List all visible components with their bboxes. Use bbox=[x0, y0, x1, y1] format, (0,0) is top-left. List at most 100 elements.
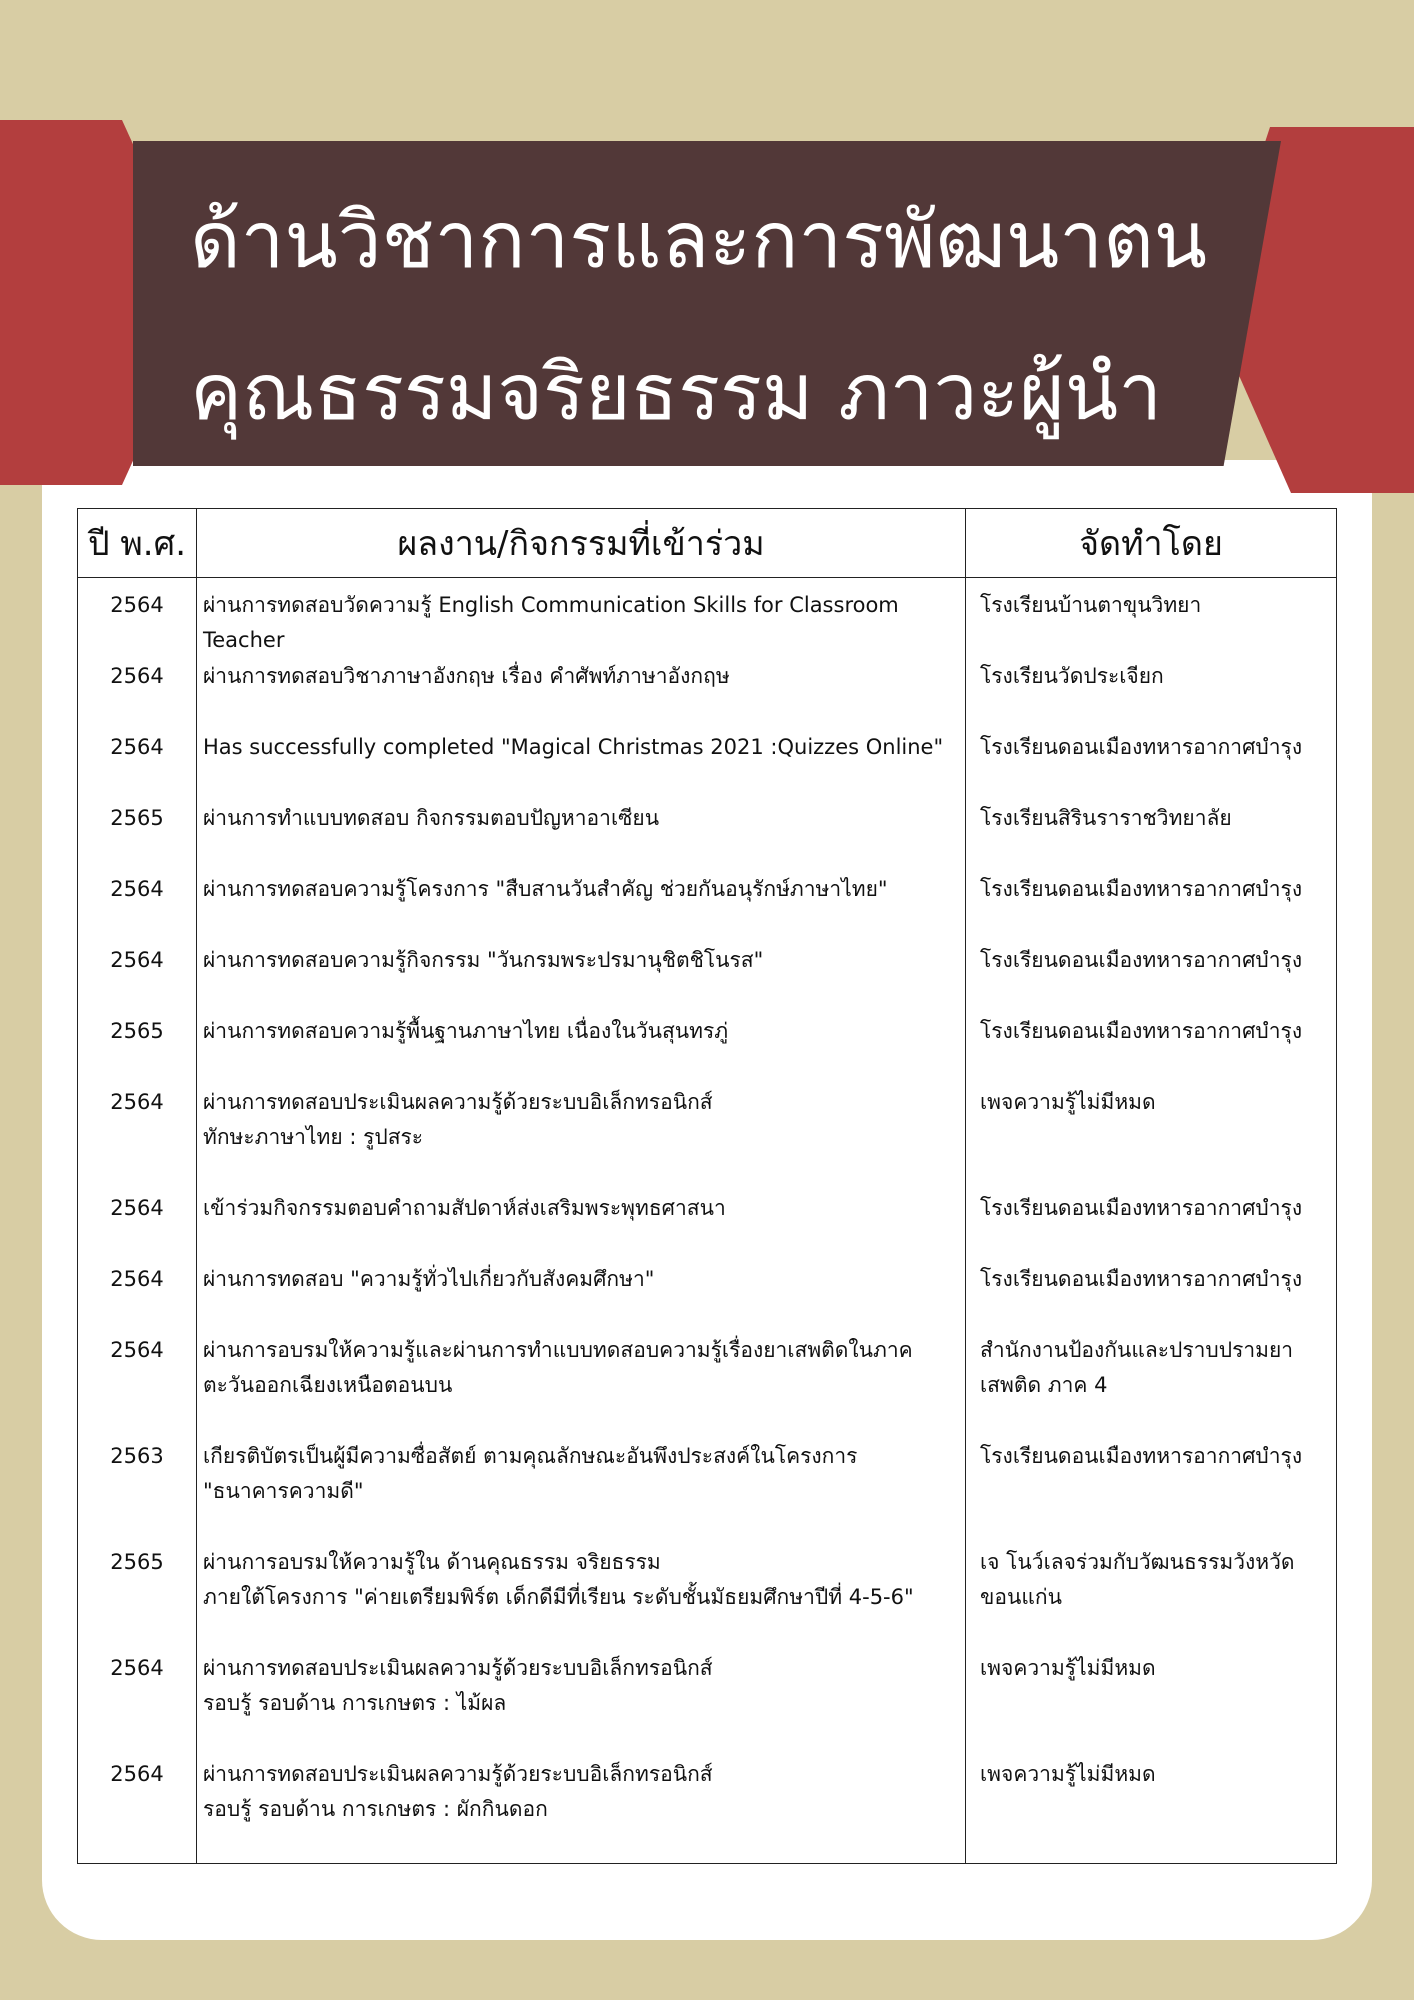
organizer-text-line: โรงเรียนวัดประเจียก bbox=[980, 664, 1164, 688]
activity-text-line: ผ่านการอบรมให้ความรู้ใน ด้านคุณธรรม จริย… bbox=[203, 1550, 661, 1574]
year-cell: 2564 bbox=[77, 872, 197, 943]
year-cell: 2565 bbox=[77, 1545, 197, 1651]
organizer-text-line: เจ โนว์เลจร่วมกับวัฒนธรรมวังหวัด bbox=[980, 1550, 1295, 1574]
table-row: 2563 เกียรติบัตรเป็นผู้มีความซื่อสัตย์ ตา… bbox=[77, 1439, 1337, 1545]
page-title-line-1: ด้านวิชาการและการพัฒนาตน bbox=[190, 196, 1208, 286]
organizer-text-line: เพจความรู้ไม่มีหมด bbox=[980, 1656, 1156, 1680]
activity-cell: ผ่านการทดสอบวิชาภาษาอังกฤษ เรื่อง คำศัพท… bbox=[196, 659, 966, 730]
activity-cell: ผ่านการทดสอบความรู้พื้นฐานภาษาไทย เนื่อง… bbox=[196, 1014, 966, 1085]
activity-text-line: ภายใต้โครงการ "ค่ายเตรียมพิร์ต เด็กดีมีท… bbox=[203, 1585, 914, 1609]
organizer-text-line: โรงเรียนดอนเมืองทหารอากาศบำรุง bbox=[980, 1444, 1303, 1468]
organizer-text-line: โรงเรียนบ้านตาขุนวิทยา bbox=[980, 593, 1202, 617]
year-cell: 2564 bbox=[77, 659, 197, 730]
year-cell: 2564 bbox=[77, 1262, 197, 1333]
year-cell: 2564 bbox=[77, 577, 197, 659]
organizer-text-line: โรงเรียนดอนเมืองทหารอากาศบำรุง bbox=[980, 735, 1303, 759]
organizer-cell: เจ โนว์เลจร่วมกับวัฒนธรรมวังหวัดขอนแก่น bbox=[965, 1545, 1337, 1651]
organizer-cell: โรงเรียนดอนเมืองทหารอากาศบำรุง bbox=[965, 730, 1337, 801]
activity-cell: ผ่านการทดสอบประเมินผลความรู้ด้วยระบบอิเล… bbox=[196, 1085, 966, 1191]
table-row: 2564 ผ่านการทดสอบ "ความรู้ทั่วไปเกี่ยวกับ… bbox=[77, 1262, 1337, 1333]
activity-text-line: ทักษะภาษาไทย : รูปสระ bbox=[203, 1125, 424, 1149]
year-cell: 2564 bbox=[77, 943, 197, 1014]
organizer-text-line: เสพติด ภาค 4 bbox=[980, 1373, 1108, 1397]
activity-text-line: รอบรู้ รอบด้าน การเกษตร : ไม้ผล bbox=[203, 1691, 507, 1715]
organizer-text-line: ขอนแก่น bbox=[980, 1585, 1062, 1609]
organizer-cell: โรงเรียนดอนเมืองทหารอากาศบำรุง bbox=[965, 1191, 1337, 1262]
year-cell: 2565 bbox=[77, 801, 197, 872]
activities-table: ปี พ.ศ. ผลงาน/กิจกรรมที่เข้าร่วม จัดทำโด… bbox=[77, 508, 1337, 1864]
table-row: 2564 ผ่านการทดสอบความรู้กิจกรรม "วันกรมพร… bbox=[77, 943, 1337, 1014]
activity-cell: ผ่านการทดสอบความรู้โครงการ "สืบสานวันสำค… bbox=[196, 872, 966, 943]
table-row: 2564 ผ่านการทดสอบวิชาภาษาอังกฤษ เรื่อง คำ… bbox=[77, 659, 1337, 730]
activity-text-line: ผ่านการทดสอบวัดความรู้ English Communica… bbox=[203, 593, 899, 617]
organizer-cell: โรงเรียนดอนเมืองทหารอากาศบำรุง bbox=[965, 872, 1337, 943]
activity-cell: ผ่านการทดสอบประเมินผลความรู้ด้วยระบบอิเล… bbox=[196, 1757, 966, 1864]
table-row: 2565 ผ่านการอบรมให้ความรู้ใน ด้านคุณธรรม … bbox=[77, 1545, 1337, 1651]
activity-cell: ผ่านการทำแบบทดสอบ กิจกรรมตอบปัญหาอาเซียน bbox=[196, 801, 966, 872]
organizer-text-line: โรงเรียนดอนเมืองทหารอากาศบำรุง bbox=[980, 1267, 1303, 1291]
activity-cell: เข้าร่วมกิจกรรมตอบคำถามสัปดาห์ส่งเสริมพร… bbox=[196, 1191, 966, 1262]
year-cell: 2564 bbox=[77, 1651, 197, 1757]
organizer-text-line: โรงเรียนดอนเมืองทหารอากาศบำรุง bbox=[980, 1019, 1303, 1043]
activity-cell: ผ่านการทดสอบ "ความรู้ทั่วไปเกี่ยวกับสังค… bbox=[196, 1262, 966, 1333]
activity-text-line: ผ่านการทดสอบ "ความรู้ทั่วไปเกี่ยวกับสังค… bbox=[203, 1267, 655, 1291]
year-cell: 2564 bbox=[77, 1085, 197, 1191]
activity-text-line: ผ่านการทดสอบประเมินผลความรู้ด้วยระบบอิเล… bbox=[203, 1762, 713, 1786]
activity-cell: ผ่านการอบรมให้ความรู้และผ่านการทำแบบทดสอ… bbox=[196, 1333, 966, 1439]
table-row: 2564 ผ่านการทดสอบประเมินผลความรู้ด้วยระบบ… bbox=[77, 1651, 1337, 1757]
column-header-activity: ผลงาน/กิจกรรมที่เข้าร่วม bbox=[196, 508, 966, 578]
year-cell: 2565 bbox=[77, 1014, 197, 1085]
organizer-cell: โรงเรียนดอนเมืองทหารอากาศบำรุง bbox=[965, 1014, 1337, 1085]
organizer-cell: โรงเรียนดอนเมืองทหารอากาศบำรุง bbox=[965, 1262, 1337, 1333]
year-cell: 2563 bbox=[77, 1439, 197, 1545]
activity-text-line: เข้าร่วมกิจกรรมตอบคำถามสัปดาห์ส่งเสริมพร… bbox=[203, 1196, 726, 1220]
activity-text-line: ผ่านการทดสอบความรู้พื้นฐานภาษาไทย เนื่อง… bbox=[203, 1019, 729, 1043]
activity-text-line: ตะวันออกเฉียงเหนือตอนบน bbox=[203, 1373, 453, 1397]
activity-cell: Has successfully completed "Magical Chri… bbox=[196, 730, 966, 801]
organizer-cell: โรงเรียนดอนเมืองทหารอากาศบำรุง bbox=[965, 943, 1337, 1014]
table-row: 2564 ผ่านการทดสอบความรู้โครงการ "สืบสานวั… bbox=[77, 872, 1337, 943]
activity-text-line: รอบรู้ รอบด้าน การเกษตร : ผักกินดอก bbox=[203, 1797, 548, 1821]
activity-cell: ผ่านการอบรมให้ความรู้ใน ด้านคุณธรรม จริย… bbox=[196, 1545, 966, 1651]
activity-text-line: เกียรติบัตรเป็นผู้มีความซื่อสัตย์ ตามคุณ… bbox=[203, 1444, 858, 1468]
activity-cell: ผ่านการทดสอบวัดความรู้ English Communica… bbox=[196, 577, 966, 659]
table-row: 2564 ผ่านการทดสอบประเมินผลความรู้ด้วยระบบ… bbox=[77, 1085, 1337, 1191]
organizer-cell: โรงเรียนดอนเมืองทหารอากาศบำรุง bbox=[965, 1439, 1337, 1545]
organizer-text-line: โรงเรียนดอนเมืองทหารอากาศบำรุง bbox=[980, 948, 1303, 972]
activity-text-line: ผ่านการทดสอบวิชาภาษาอังกฤษ เรื่อง คำศัพท… bbox=[203, 664, 730, 688]
column-header-year: ปี พ.ศ. bbox=[77, 508, 197, 578]
activity-text-line: ผ่านการทดสอบประเมินผลความรู้ด้วยระบบอิเล… bbox=[203, 1656, 713, 1680]
organizer-text-line: เพจความรู้ไม่มีหมด bbox=[980, 1090, 1156, 1114]
organizer-cell: โรงเรียนสิรินราราชวิทยาลัย bbox=[965, 801, 1337, 872]
table-row: 2564 ผ่านการทดสอบประเมินผลความรู้ด้วยระบบ… bbox=[77, 1757, 1337, 1864]
organizer-cell: โรงเรียนบ้านตาขุนวิทยา bbox=[965, 577, 1337, 659]
column-header-organizer: จัดทำโดย bbox=[965, 508, 1337, 578]
year-cell: 2564 bbox=[77, 1191, 197, 1262]
organizer-text-line: สำนักงานป้องกันและปราบปรามยา bbox=[980, 1338, 1294, 1362]
table-row: 2564 ผ่านการอบรมให้ความรู้และผ่านการทำแบบ… bbox=[77, 1333, 1337, 1439]
activity-cell: เกียรติบัตรเป็นผู้มีความซื่อสัตย์ ตามคุณ… bbox=[196, 1439, 966, 1545]
activity-text-line: ผ่านการทดสอบความรู้กิจกรรม "วันกรมพระปรม… bbox=[203, 948, 764, 972]
organizer-cell: เพจความรู้ไม่มีหมด bbox=[965, 1085, 1337, 1191]
activity-text-line: ผ่านการทำแบบทดสอบ กิจกรรมตอบปัญหาอาเซียน bbox=[203, 806, 660, 830]
activity-text-line: ผ่านการอบรมให้ความรู้และผ่านการทำแบบทดสอ… bbox=[203, 1338, 913, 1362]
page-title-line-2: คุณธรรมจริยธรรม ภาวะผู้นำ bbox=[190, 348, 1162, 438]
year-cell: 2564 bbox=[77, 1333, 197, 1439]
organizer-text-line: เพจความรู้ไม่มีหมด bbox=[980, 1762, 1156, 1786]
organizer-text-line: โรงเรียนดอนเมืองทหารอากาศบำรุง bbox=[980, 1196, 1303, 1220]
activity-text-line: Has successfully completed "Magical Chri… bbox=[203, 735, 944, 759]
organizer-text-line: โรงเรียนสิรินราราชวิทยาลัย bbox=[980, 806, 1232, 830]
year-cell: 2564 bbox=[77, 730, 197, 801]
activity-text-line: ผ่านการทดสอบประเมินผลความรู้ด้วยระบบอิเล… bbox=[203, 1090, 713, 1114]
organizer-cell: เพจความรู้ไม่มีหมด bbox=[965, 1757, 1337, 1864]
table-row: 2564 เข้าร่วมกิจกรรมตอบคำถามสัปดาห์ส่งเสร… bbox=[77, 1191, 1337, 1262]
table-row: 2565 ผ่านการทำแบบทดสอบ กิจกรรมตอบปัญหาอาเ… bbox=[77, 801, 1337, 872]
organizer-cell: สำนักงานป้องกันและปราบปรามยาเสพติด ภาค 4 bbox=[965, 1333, 1337, 1439]
table-row: 2564 Has successfully completed "Magical … bbox=[77, 730, 1337, 801]
table-row: 2565 ผ่านการทดสอบความรู้พื้นฐานภาษาไทย เน… bbox=[77, 1014, 1337, 1085]
table-header-row: ปี พ.ศ. ผลงาน/กิจกรรมที่เข้าร่วม จัดทำโด… bbox=[77, 508, 1337, 578]
activity-cell: ผ่านการทดสอบความรู้กิจกรรม "วันกรมพระปรม… bbox=[196, 943, 966, 1014]
year-cell: 2564 bbox=[77, 1757, 197, 1864]
organizer-text-line: โรงเรียนดอนเมืองทหารอากาศบำรุง bbox=[980, 877, 1303, 901]
organizer-cell: โรงเรียนวัดประเจียก bbox=[965, 659, 1337, 730]
